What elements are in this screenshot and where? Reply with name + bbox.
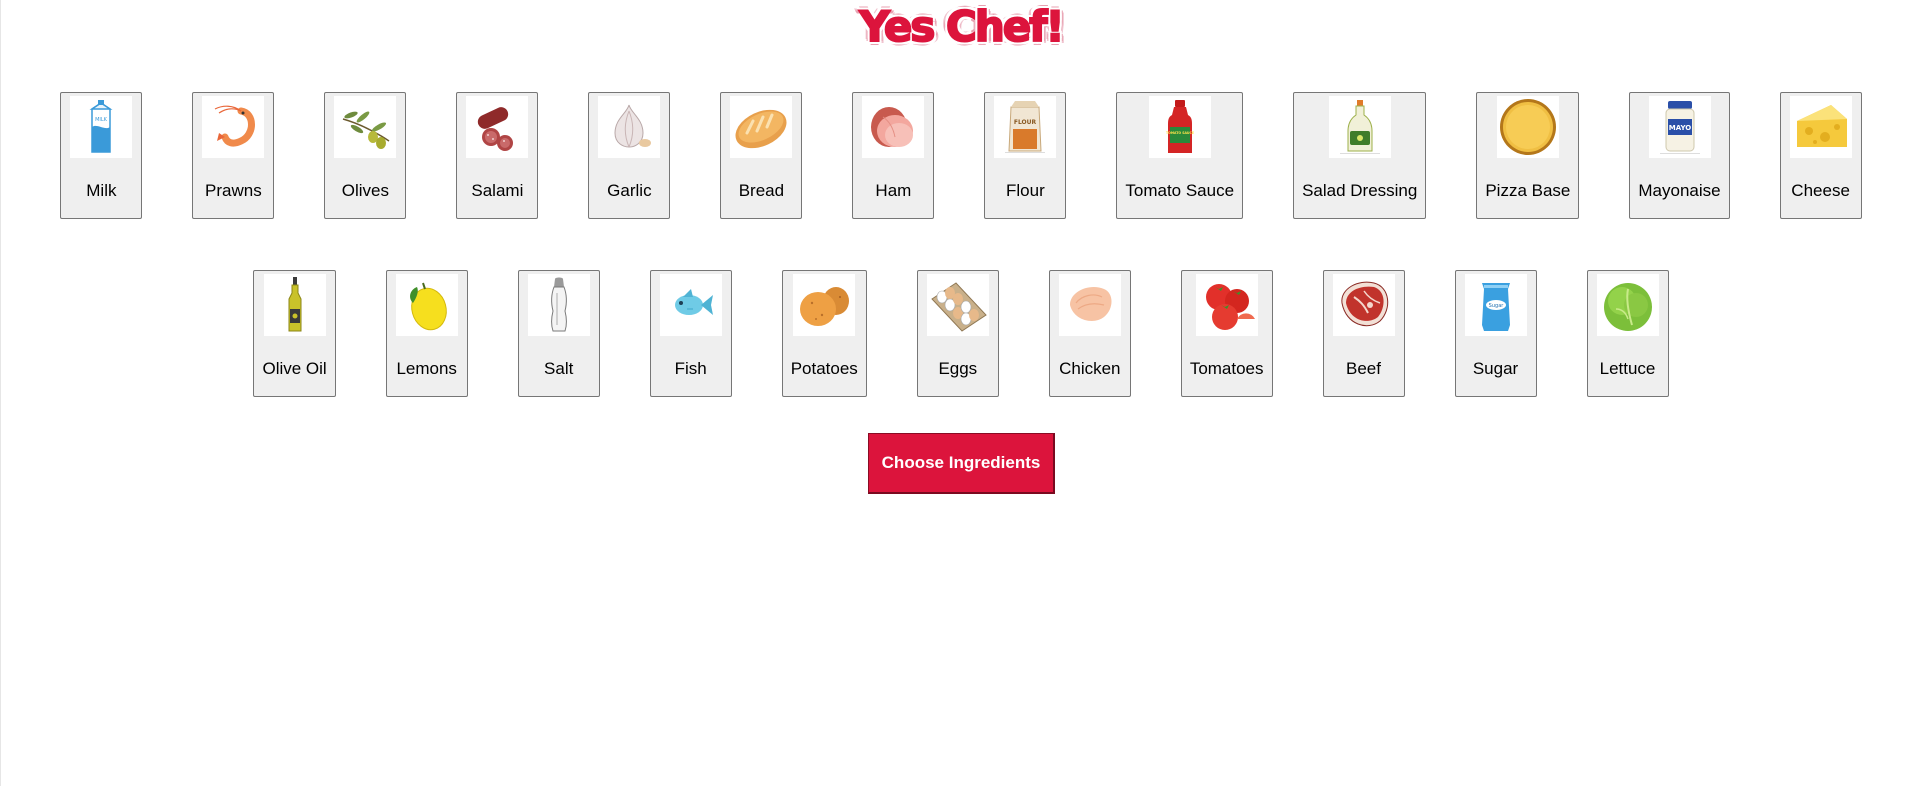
svg-text:Sugar: Sugar — [1488, 303, 1504, 309]
cheese-wedge-icon — [1796, 105, 1847, 147]
ingredient-label: Salami — [471, 181, 524, 200]
ingredient-card-ham[interactable]: Ham — [852, 92, 935, 219]
potatoes-icon — [800, 287, 850, 326]
ingredient-card-lettuce[interactable]: Lettuce — [1586, 270, 1669, 397]
ingredient-card-pizza-base[interactable]: Pizza Base — [1476, 92, 1580, 219]
milk-carton-icon: MILK — [89, 100, 113, 153]
ingredient-label: Cheese — [1791, 181, 1850, 200]
ingredient-label: Milk — [86, 181, 117, 200]
ingredient-label: Tomatoes — [1189, 359, 1264, 378]
svg-text:FLOUR: FLOUR — [1014, 119, 1037, 126]
fish-icon — [674, 289, 713, 315]
olive-branch-icon — [343, 111, 390, 149]
ingredient-label: Salad Dressing — [1302, 181, 1418, 200]
ingredient-label: Pizza Base — [1485, 181, 1571, 200]
ingredients-row-2: Olive Oil Lemons Salt Fish Potatoes Eggs… — [1, 270, 1920, 397]
olive-oil-bottle-icon — [288, 277, 302, 332]
salad-dressing-bottle-icon — [1339, 100, 1380, 154]
ingredient-label: Tomato Sauce — [1125, 181, 1235, 200]
ham-icon — [871, 107, 914, 147]
lemon-icon — [409, 282, 447, 331]
svg-text:MILK: MILK — [95, 117, 108, 123]
ingredient-card-sugar[interactable]: Sugar Sugar — [1454, 270, 1537, 397]
ingredient-card-tomatoes[interactable]: Tomatoes — [1180, 270, 1273, 397]
yes-chef-logo: Yes Chef! — [858, 1, 1065, 52]
tomato-sauce-bottle-icon: TOMATO SAUCE — [1166, 100, 1194, 153]
ingredient-label: Flour — [1006, 181, 1045, 200]
ingredient-label: Lemons — [396, 359, 457, 378]
ingredient-card-milk[interactable]: MILK Milk — [60, 92, 143, 219]
ingredient-label: Olive Oil — [262, 359, 327, 378]
salami-icon — [478, 107, 514, 151]
ingredient-card-bread[interactable]: Bread — [720, 92, 803, 219]
sugar-bag-icon: Sugar — [1481, 283, 1510, 331]
ingredient-label: Olives — [341, 181, 389, 200]
ingredient-label: Potatoes — [790, 359, 858, 378]
ingredient-card-salad-dressing[interactable]: Salad Dressing — [1293, 92, 1427, 219]
ingredient-label: Chicken — [1059, 359, 1121, 378]
ingredient-label: Lettuce — [1599, 359, 1656, 378]
ingredient-card-salt[interactable]: Salt — [517, 270, 600, 397]
ingredient-card-cheese[interactable]: Cheese — [1779, 92, 1862, 219]
ingredient-card-salami[interactable]: Salami — [456, 92, 539, 219]
flour-bag-icon: FLOUR — [1005, 101, 1046, 153]
ingredient-card-garlic[interactable]: Garlic — [588, 92, 671, 219]
ingredient-label: Beef — [1346, 359, 1381, 378]
garlic-icon — [614, 104, 652, 148]
ingredient-label: Bread — [738, 181, 785, 200]
mayo-jar-icon: MAYO — [1659, 101, 1700, 154]
choose-ingredients-button[interactable]: Choose Ingredients — [868, 433, 1055, 494]
tomatoes-icon — [1205, 284, 1255, 330]
ingredient-label: Salt — [544, 359, 574, 378]
app-page: Yes Chef! MILK Milk Prawns Olives Salami… — [0, 0, 1920, 786]
ingredient-card-tomato-sauce[interactable]: TOMATO SAUCE Tomato Sauce — [1116, 92, 1244, 219]
ingredient-label: Garlic — [607, 181, 652, 200]
pizza-base-icon — [1499, 99, 1556, 155]
ingredient-card-potatoes[interactable]: Potatoes — [781, 270, 867, 397]
ingredient-label: Eggs — [938, 359, 978, 378]
ingredient-card-eggs[interactable]: Eggs — [916, 270, 999, 397]
ingredient-card-fish[interactable]: Fish — [649, 270, 732, 397]
ingredient-card-olive-oil[interactable]: Olive Oil — [253, 270, 336, 397]
ingredient-card-mayonaise[interactable]: MAYO Mayonaise — [1629, 92, 1730, 219]
chicken-breast-icon — [1069, 286, 1112, 321]
lettuce-icon — [1603, 283, 1652, 331]
salt-shaker-icon — [550, 277, 567, 332]
ingredient-card-lemons[interactable]: Lemons — [385, 270, 468, 397]
ingredient-card-flour[interactable]: FLOUR Flour — [984, 92, 1067, 219]
ingredient-card-olives[interactable]: Olives — [324, 92, 407, 219]
ingredient-card-beef[interactable]: Beef — [1322, 270, 1405, 397]
bread-loaf-icon — [735, 109, 787, 149]
ingredients-row-1: MILK Milk Prawns Olives Salami Garlic Br… — [1, 92, 1920, 219]
egg-carton-icon — [931, 282, 987, 332]
ingredient-card-chicken[interactable]: Chicken — [1048, 270, 1131, 397]
ingredient-label: Ham — [875, 181, 912, 200]
ingredient-label: Prawns — [205, 181, 262, 200]
ingredient-card-prawns[interactable]: Prawns — [192, 92, 275, 219]
prawn-icon — [215, 105, 256, 147]
beef-steak-icon — [1341, 281, 1388, 326]
ingredient-label: Sugar — [1472, 359, 1519, 378]
ingredient-label: Fish — [674, 359, 707, 378]
ingredient-label: Mayonaise — [1638, 181, 1721, 200]
svg-text:TOMATO SAUCE: TOMATO SAUCE — [1166, 131, 1194, 135]
svg-text:MAYO: MAYO — [1668, 124, 1691, 132]
